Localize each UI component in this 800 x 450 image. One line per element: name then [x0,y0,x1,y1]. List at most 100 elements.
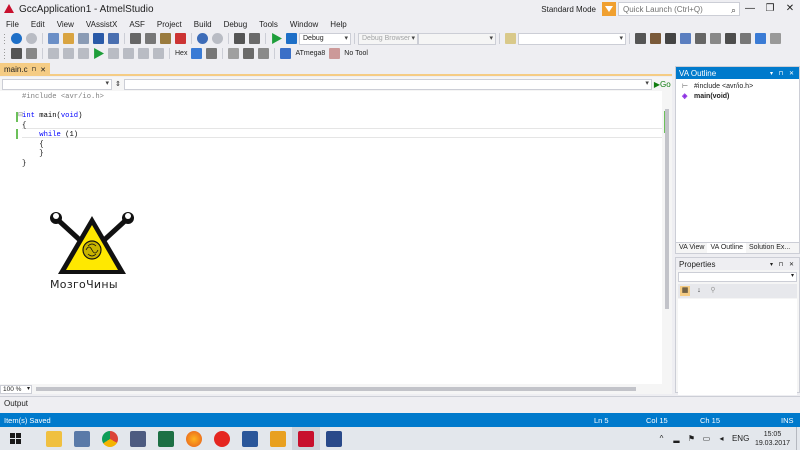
windows-dropdown-icon[interactable] [206,48,218,59]
split-icon[interactable]: ⇕ [115,80,121,88]
outline-item-main[interactable]: ◈ main(void) [682,91,799,101]
zoom-select[interactable]: 100 % [0,384,32,394]
scroll-thumb[interactable] [665,109,669,309]
menu-vassistx[interactable]: VAssistX [80,20,123,29]
window-layout-icon[interactable] [725,33,736,44]
configuration-select[interactable]: Debug [299,32,351,45]
menu-window[interactable]: Window [284,20,324,29]
stop-icon[interactable] [78,48,89,59]
tab-va-view[interactable]: VA View [676,243,707,253]
start-without-debugging-icon[interactable] [286,33,297,44]
start-debugging-icon[interactable] [272,33,282,44]
flag-icon[interactable]: ⚑ [687,434,696,443]
hscroll-thumb[interactable] [36,387,636,391]
feedback-filter-icon[interactable] [602,2,616,16]
undo-icon[interactable] [197,33,208,44]
tab-main-c[interactable]: main.c ⊓ ✕ [0,63,50,76]
toolbar-options-icon[interactable] [770,33,781,44]
breakpoints-icon[interactable] [191,48,203,59]
toolbar-grip[interactable] [3,33,6,44]
taskbar-media[interactable] [264,427,292,450]
menu-tools[interactable]: Tools [253,20,284,29]
tab-solution-explorer[interactable]: Solution Ex... [746,243,793,253]
scope-select[interactable] [2,78,112,90]
delete-icon[interactable] [175,33,186,44]
menu-help[interactable]: Help [324,20,352,29]
debug-browser-select[interactable]: Debug Browser [358,32,418,45]
taskbar-word[interactable] [236,427,264,450]
close-button[interactable]: ✕ [780,0,800,18]
paste-icon[interactable] [160,33,171,44]
show-next-statement-icon[interactable] [108,48,119,59]
output-tab[interactable]: Output [0,396,800,410]
toolbox-icon[interactable] [695,33,706,44]
build-icon[interactable] [234,33,245,44]
property-grid[interactable] [678,299,797,395]
show-desktop-button[interactable] [796,427,800,450]
new-project-icon[interactable] [48,33,59,44]
options-icon[interactable] [740,33,751,44]
show-hidden-icons[interactable]: ^ [657,434,666,443]
menu-edit[interactable]: Edit [25,20,51,29]
clock[interactable]: 15:05 19.03.2017 [755,430,790,448]
restore-button[interactable]: ❐ [760,0,780,18]
step-out-icon[interactable] [138,48,149,59]
alphabetical-icon[interactable]: ↓ [694,286,704,296]
taskbar-explorer[interactable] [40,427,68,450]
code-line[interactable]: } [22,160,104,170]
keyboard-language[interactable]: ENG [732,434,749,443]
save-icon[interactable] [93,33,104,44]
platform-select[interactable] [418,32,496,45]
layout-icon[interactable] [228,48,240,59]
monitor-icon[interactable]: ▭ [702,434,711,443]
menu-debug[interactable]: Debug [218,20,254,29]
pause-icon[interactable] [63,48,74,59]
find-combo[interactable] [518,32,626,45]
minimize-button[interactable]: — [740,0,760,18]
object-select[interactable] [678,272,797,282]
taskbar-calculator[interactable] [68,427,96,450]
tool-icon[interactable] [329,48,341,59]
taskbar-yandex[interactable] [208,427,236,450]
find-in-files-icon[interactable] [505,33,516,44]
panel-controls[interactable]: ▾ ⊓ ✕ [770,70,796,77]
open-file-icon[interactable] [63,33,74,44]
tab-va-outline[interactable]: VA Outline [707,243,746,253]
menu-build[interactable]: Build [188,20,218,29]
taskbar-excel[interactable] [152,427,180,450]
device-pack-icon[interactable] [650,33,661,44]
code-line[interactable] [22,103,104,113]
text-editor-icon[interactable] [11,48,22,59]
panel-controls[interactable]: ▾ ⊓ ✕ [770,261,796,268]
save-all-icon[interactable] [108,33,119,44]
taskbar-firefox[interactable] [180,427,208,450]
code-line[interactable]: int main(void) [22,112,104,122]
find-icon[interactable] [249,33,260,44]
taskbar-floppy[interactable] [124,427,152,450]
cut-icon[interactable] [130,33,141,44]
copy-icon[interactable] [145,33,156,44]
properties-icon[interactable] [680,33,691,44]
network-icon[interactable]: ▂ [672,434,681,443]
device-programming-icon[interactable] [635,33,646,44]
outline-item-include[interactable]: ⊢ #include <avr/io.h> [682,81,799,91]
quick-launch-input[interactable]: Quick Launch (Ctrl+Q) ⌕ [618,2,740,16]
step-over-icon[interactable] [123,48,134,59]
comment-icon[interactable] [26,48,37,59]
editor-horizontal-scrollbar[interactable] [36,386,672,392]
start-button[interactable] [0,427,30,450]
back-icon[interactable] [11,33,22,44]
code-line[interactable]: { [22,122,104,132]
step-into-icon[interactable] [48,48,59,59]
menu-view[interactable]: View [51,20,80,29]
editor-vertical-scrollbar[interactable] [662,91,672,384]
editor-gutter[interactable] [0,91,22,384]
continue-icon[interactable] [94,48,104,59]
menu-project[interactable]: Project [151,20,188,29]
code-line[interactable]: { [22,141,104,151]
close-tab-icon[interactable]: ✕ [40,66,46,74]
menu-asf[interactable]: ASF [123,20,151,29]
taskbar-chrome[interactable] [96,427,124,450]
pin-icon[interactable]: ⊓ [32,66,37,73]
code-line[interactable]: #include <avr/io.h> [22,93,104,103]
